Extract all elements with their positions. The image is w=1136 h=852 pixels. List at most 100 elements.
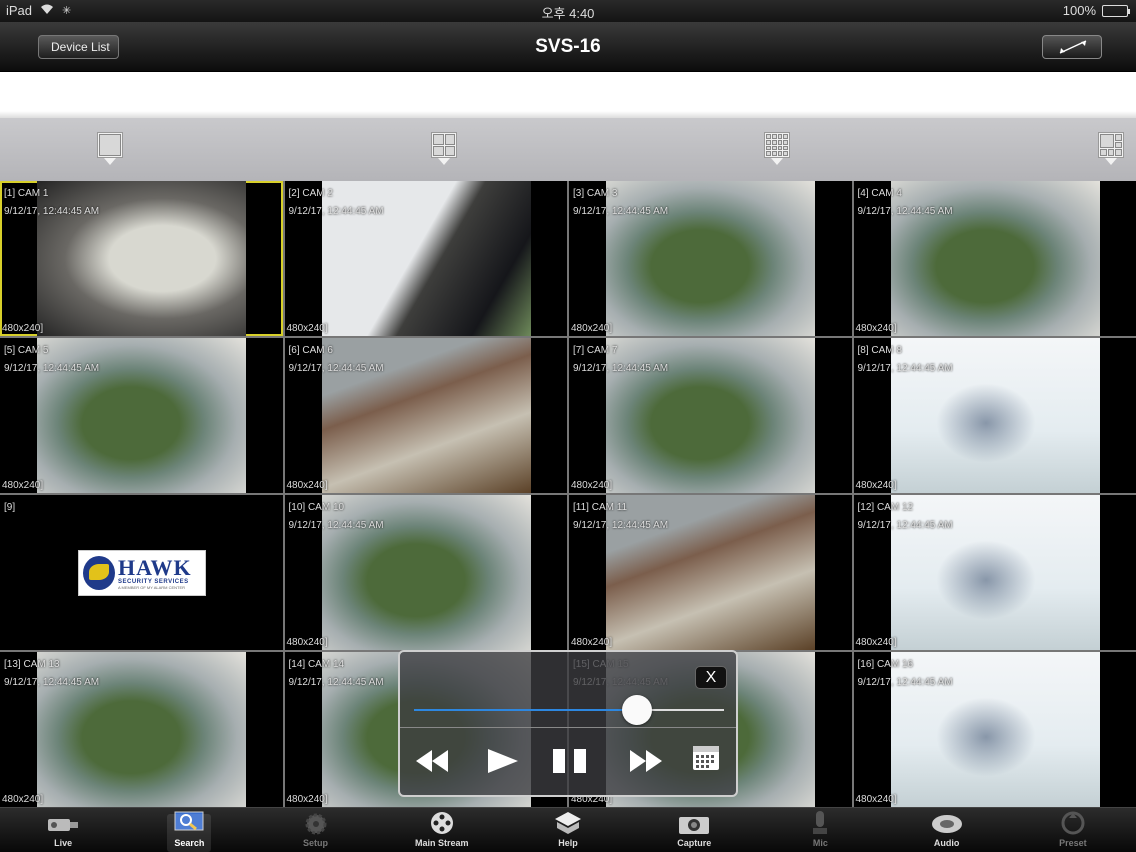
- camera-resolution: 480x240]: [2, 480, 44, 491]
- navigation-bar: Device List SVS-16: [0, 22, 1136, 72]
- camera-feed: [37, 652, 246, 807]
- camera-label: [13] CAM 13: [4, 659, 60, 670]
- camera-feed: [606, 495, 815, 650]
- camera-label: [16] CAM 16: [857, 659, 914, 670]
- tab-main-stream[interactable]: Main Stream: [379, 808, 505, 852]
- tab-search[interactable]: Search: [126, 808, 252, 852]
- bottom-tab-bar: Live Search Setup Main Stream Help Capture Mic…: [0, 807, 1136, 852]
- layout-1x1-button[interactable]: [97, 132, 123, 166]
- speaker-icon: [884, 808, 1010, 838]
- capture-camera-icon: [631, 808, 757, 838]
- camera-timestamp: 9/12/17, 12:44:45 AM: [857, 363, 953, 374]
- camera-timestamp: 9/12/17, 12:44:45 AM: [4, 363, 100, 374]
- camera-timestamp: 9/12/17, 12:44:45 AM: [857, 677, 953, 688]
- camera-resolution: 480x240]: [286, 323, 328, 334]
- preset-icon: [1010, 808, 1136, 838]
- camera-tile[interactable]: [1] CAM 1 9/12/17, 12:44:45 AM 480x240]: [0, 181, 283, 336]
- tab-label: Main Stream: [415, 838, 469, 848]
- camera-tile[interactable]: [3] CAM 3 9/12/17, 12:44:45 AM 480x240]: [569, 181, 852, 336]
- camera-resolution: 480x240]: [855, 323, 897, 334]
- quad-view-icon: [431, 132, 457, 158]
- tab-preset[interactable]: Preset: [1010, 808, 1136, 852]
- tab-mic[interactable]: Mic: [757, 808, 883, 852]
- camera-resolution: 480x240]: [286, 637, 328, 648]
- camera-feed: [606, 181, 815, 336]
- hawk-logo: HAWK SECURITY SERVICES A MEMBER OF MY ALAR…: [78, 550, 206, 596]
- camera-label: [8] CAM 8: [857, 345, 902, 356]
- camera-feed: [606, 338, 815, 493]
- camera-label: [7] CAM 7: [573, 345, 618, 356]
- help-icon: [505, 808, 631, 838]
- camera-timestamp: 9/12/17, 12:44:45 AM: [857, 520, 953, 531]
- camera-tile[interactable]: [10] CAM 10 9/12/17, 12:44:45 AM 480x240]: [284, 495, 567, 650]
- fast-forward-button[interactable]: [628, 748, 664, 779]
- camera-feed: [321, 181, 531, 336]
- camera-label: [11] CAM 11: [573, 502, 628, 513]
- camera-tile[interactable]: [2] CAM 2 9/12/17, 12:44:45 AM 480x240]: [284, 181, 567, 336]
- calendar-button[interactable]: [692, 745, 720, 776]
- camera-timestamp: 9/12/17, 12:44:45 AM: [573, 363, 669, 374]
- layout-2x2-button[interactable]: [431, 132, 457, 166]
- expand-arrows-icon: [1059, 40, 1087, 54]
- sixteen-view-icon: [764, 132, 790, 158]
- slider-knob[interactable]: [622, 695, 653, 725]
- transport-controls: [400, 727, 736, 797]
- tab-label: Help: [558, 838, 578, 848]
- custom-view-icon: [1098, 132, 1124, 158]
- status-bar: iPad ✳ 오후 4:40 100%: [0, 0, 1136, 22]
- camera-tile[interactable]: [12] CAM 12 9/12/17, 12:44:45 AM 480x240]: [853, 495, 1136, 650]
- rewind-icon: [416, 750, 448, 772]
- camera-label: [6] CAM 6: [288, 345, 333, 356]
- camera-resolution: 480x240]: [571, 637, 613, 648]
- camera-tile[interactable]: [13] CAM 13 9/12/17, 12:44:45 AM 480x240]: [0, 652, 283, 807]
- camera-tile[interactable]: [4] CAM 4 9/12/17, 12:44:45 AM 480x240]: [853, 181, 1136, 336]
- tab-setup[interactable]: Setup: [252, 808, 378, 852]
- camera-label: [4] CAM 4: [857, 188, 902, 199]
- camera-label: [10] CAM 10: [288, 502, 345, 513]
- slider-fill: [414, 709, 638, 711]
- single-view-icon: [97, 132, 123, 158]
- camera-tile[interactable]: [16] CAM 16 9/12/17, 12:44:45 AM 480x240]: [853, 652, 1136, 807]
- camera-timestamp: 9/12/17, 12:44:45 AM: [573, 206, 669, 217]
- camera-resolution: 480x240]: [286, 794, 328, 805]
- camera-resolution: 480x240]: [2, 323, 44, 334]
- camera-label: [2] CAM 2: [288, 188, 333, 199]
- layout-custom-button[interactable]: [1098, 132, 1124, 166]
- tab-live[interactable]: Live: [0, 808, 126, 852]
- camera-tile[interactable]: [11] CAM 11 9/12/17, 12:44:45 AM 480x240]: [569, 495, 852, 650]
- battery-icon: [1102, 4, 1130, 17]
- camera-resolution: 480x240]: [855, 794, 897, 805]
- play-button[interactable]: [486, 748, 520, 779]
- camera-label: [12] CAM 12: [857, 502, 914, 513]
- layout-toolbar: [0, 118, 1136, 181]
- tab-label: Preset: [1059, 838, 1087, 848]
- tab-label: Setup: [303, 838, 329, 848]
- film-reel-icon: [379, 808, 505, 838]
- tab-help[interactable]: Help: [505, 808, 631, 852]
- tab-capture[interactable]: Capture: [631, 808, 757, 852]
- pause-button[interactable]: [552, 748, 588, 779]
- camera-tile[interactable]: [6] CAM 6 9/12/17, 12:44:45 AM 480x240]: [284, 338, 567, 493]
- layout-4x4-button[interactable]: [764, 132, 790, 166]
- fullscreen-button[interactable]: [1042, 35, 1102, 59]
- camera-tile[interactable]: [5] CAM 5 9/12/17, 12:44:45 AM 480x240]: [0, 338, 283, 493]
- tab-label: Live: [54, 838, 73, 848]
- tab-label: Audio: [933, 838, 960, 848]
- camera-timestamp: 9/12/17, 12:44:45 AM: [573, 520, 669, 531]
- camera-timestamp: 9/12/17, 12:44:45 AM: [288, 206, 384, 217]
- camera-tile[interactable]: HAWK SECURITY SERVICES A MEMBER OF MY ALAR…: [0, 495, 283, 650]
- camera-feed: [890, 338, 1100, 493]
- camera-tile[interactable]: [8] CAM 8 9/12/17, 12:44:45 AM 480x240]: [853, 338, 1136, 493]
- camera-timestamp: 9/12/17, 12:44:45 AM: [288, 520, 384, 531]
- playback-slider[interactable]: [414, 695, 724, 725]
- camera-resolution: 480x240]: [286, 480, 328, 491]
- tab-audio[interactable]: Audio: [884, 808, 1010, 852]
- close-playback-button[interactable]: X: [695, 666, 727, 689]
- camera-tile[interactable]: [7] CAM 7 9/12/17, 12:44:45 AM 480x240]: [569, 338, 852, 493]
- status-time: 오후 4:40: [541, 6, 595, 21]
- camera-timestamp: 9/12/17, 12:44:45 AM: [857, 206, 953, 217]
- timeline-area: [0, 72, 1136, 118]
- camera-feed: [890, 495, 1100, 650]
- rewind-button[interactable]: [414, 748, 450, 779]
- camera-feed: [890, 181, 1100, 336]
